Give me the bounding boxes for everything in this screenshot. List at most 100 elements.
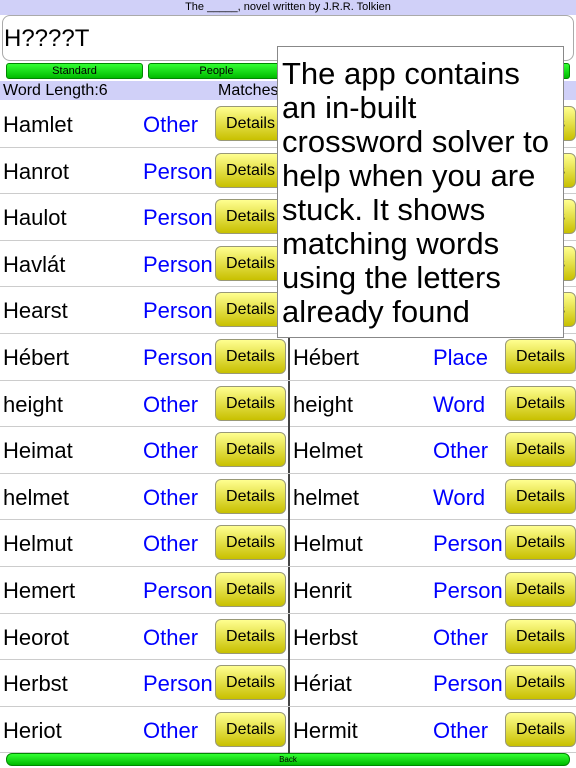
word: Hébert <box>293 344 360 370</box>
word: Haulot <box>3 205 67 231</box>
details-button[interactable]: Details <box>505 665 576 701</box>
word-type: Other <box>143 484 199 510</box>
word: Herbst <box>293 624 358 650</box>
result-cell: Hériat Person Details <box>288 660 576 707</box>
table-row: helmet Other Details helmet Word Details <box>0 473 576 521</box>
result-cell: Hanrot Person Details <box>0 148 288 194</box>
result-cell: Hemert Person Details <box>0 567 288 613</box>
word: Hamlet <box>3 112 73 137</box>
word: Helmut <box>293 531 363 557</box>
clue-text: The _____, novel written by J.R.R. Tolki… <box>0 0 576 15</box>
details-button[interactable]: Details <box>215 711 286 747</box>
word-type: Other <box>143 624 199 650</box>
word-type: Other <box>143 112 199 137</box>
details-button[interactable]: Details <box>215 152 286 188</box>
table-row: Heimat Other Details Helmet Other Details <box>0 427 576 474</box>
details-button[interactable]: Details <box>215 385 286 421</box>
word: Hébert <box>3 344 70 370</box>
details-button[interactable]: Details <box>505 618 576 654</box>
word-type: Other <box>433 438 489 464</box>
tab-people[interactable]: People <box>148 63 285 79</box>
table-row: Hemert Person Details Henrit Person Details <box>0 566 576 614</box>
word: Heorot <box>3 624 70 650</box>
table-row: Heorot Other Details Herbst Other Details <box>0 613 576 661</box>
word: Hermit <box>293 717 358 743</box>
details-button[interactable]: Details <box>215 618 286 654</box>
result-cell: Helmet Other Details <box>288 427 576 474</box>
details-button[interactable]: Details <box>505 711 576 747</box>
result-cell: Helmut Person Details <box>288 520 576 567</box>
details-button[interactable]: Details <box>505 571 576 607</box>
result-cell: Herbst Other Details <box>288 613 576 660</box>
word-type: Person <box>143 205 213 231</box>
word: Herbst <box>3 671 68 697</box>
result-cell: helmet Word Details <box>288 473 576 520</box>
result-cell: Helmut Other Details <box>0 520 288 566</box>
table-row: Helmut Other Details Helmut Person Details <box>0 520 576 567</box>
result-cell: Herbst Person Details <box>0 660 288 706</box>
details-button[interactable]: Details <box>215 478 286 514</box>
word-type: Person <box>433 531 503 557</box>
tutorial-popup: The app contains an in-built crossword s… <box>277 46 564 338</box>
result-cell: Havlát Person Details <box>0 241 288 287</box>
result-cell: Hearst Person Details <box>0 287 288 333</box>
word-type: Word <box>433 391 486 417</box>
table-row: Heriot Other Details Hermit Other Details <box>0 706 576 754</box>
result-cell: helmet Other Details <box>0 474 288 520</box>
word-type: Other <box>143 717 199 743</box>
details-button[interactable]: Details <box>215 665 286 701</box>
result-cell: Hébert Place Details <box>288 333 576 380</box>
result-cell: Hamlet Other Details <box>0 101 288 147</box>
word-type: Person <box>143 251 213 277</box>
details-button[interactable]: Details <box>505 338 576 374</box>
word: Hearst <box>3 298 68 324</box>
word-type: Word <box>433 484 486 510</box>
result-cell: Heimat Other Details <box>0 427 288 473</box>
word-type: Person <box>143 158 213 184</box>
word: Hemert <box>3 577 76 603</box>
matches-count: Matches <box>218 82 279 99</box>
details-button[interactable]: Details <box>215 338 286 374</box>
result-cell: height Other Details <box>0 381 288 427</box>
word-length: Word Length:6 <box>3 82 108 99</box>
word: Heimat <box>3 438 73 464</box>
word-type: Other <box>143 391 199 417</box>
details-button[interactable]: Details <box>215 292 286 328</box>
word: Havlát <box>3 251 66 277</box>
details-button[interactable]: Details <box>215 432 286 468</box>
word: Helmut <box>3 531 73 557</box>
back-button[interactable]: Back <box>6 753 570 766</box>
word-type: Place <box>433 344 489 370</box>
table-row: height Other Details height Word Details <box>0 380 576 428</box>
word-type: Other <box>433 624 489 650</box>
result-cell: Heorot Other Details <box>0 614 288 660</box>
word-type: Person <box>433 671 503 697</box>
word-type: Person <box>433 577 503 603</box>
word: Henrit <box>293 577 352 603</box>
details-button[interactable]: Details <box>215 571 286 607</box>
result-cell: Hermit Other Details <box>288 706 576 753</box>
details-button[interactable]: Details <box>505 385 576 421</box>
word-type: Other <box>143 531 199 557</box>
details-button[interactable]: Details <box>215 106 286 141</box>
details-button[interactable]: Details <box>215 525 286 561</box>
word: height <box>3 391 63 417</box>
tab-standard[interactable]: Standard <box>6 63 143 79</box>
word: height <box>293 391 353 417</box>
word-type: Other <box>143 438 199 464</box>
word: Hanrot <box>3 158 70 184</box>
details-button[interactable]: Details <box>215 199 286 235</box>
result-cell: Haulot Person Details <box>0 194 288 240</box>
word: Helmet <box>293 438 363 464</box>
result-cell: height Word Details <box>288 380 576 427</box>
result-cell: Hébert Person Details <box>0 334 288 380</box>
details-button[interactable]: Details <box>505 525 576 561</box>
details-button[interactable]: Details <box>215 245 286 281</box>
word-type: Other <box>433 717 489 743</box>
table-row: Hébert Person Details Hébert Place Details <box>0 333 576 381</box>
details-button[interactable]: Details <box>505 478 576 514</box>
word-type: Person <box>143 298 213 324</box>
word-type: Person <box>143 671 213 697</box>
details-button[interactable]: Details <box>505 432 576 468</box>
result-cell: Henrit Person Details <box>288 566 576 613</box>
